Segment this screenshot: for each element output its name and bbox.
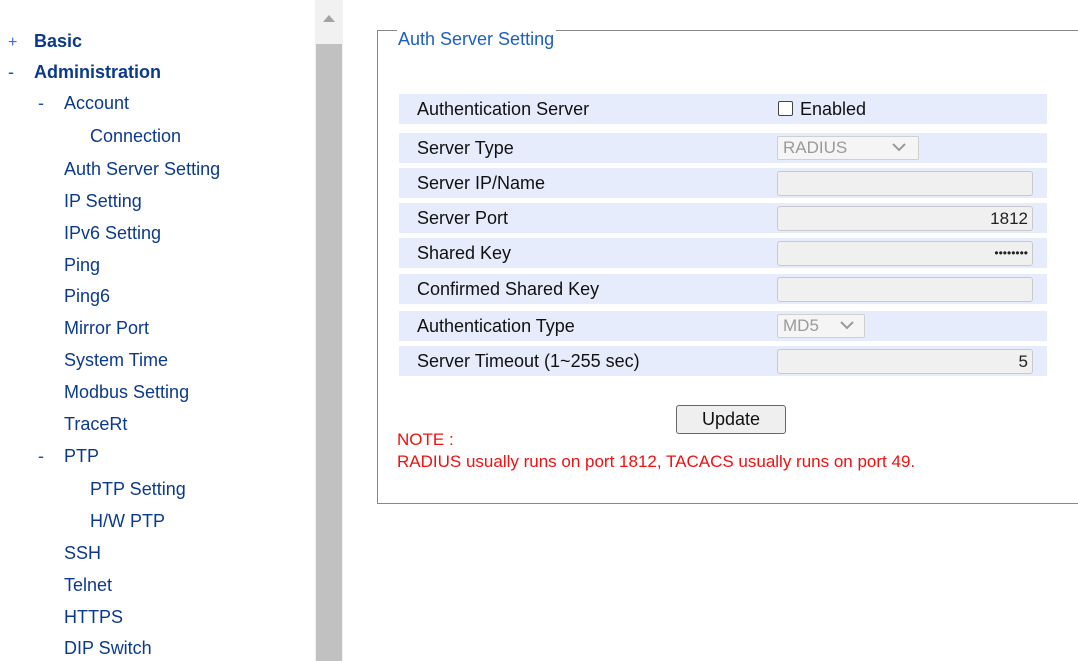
row-label: Confirmed Shared Key: [417, 279, 600, 299]
server-ip-name-input[interactable]: [777, 171, 1033, 196]
nav-item-ptp[interactable]: - PTP: [38, 444, 99, 468]
chevron-down-icon: [840, 321, 854, 330]
form-row-authentication-type: Authentication Type MD5: [399, 311, 1047, 341]
expand-icon: +: [8, 34, 18, 51]
nav-label: Administration: [34, 62, 162, 82]
row-label: Authentication Type: [417, 316, 575, 336]
fieldset-legend: Auth Server Setting: [397, 28, 557, 50]
note-text: RADIUS usually runs on port 1812, TACACS…: [397, 452, 916, 471]
nav-item-system-time[interactable]: System Time: [64, 348, 168, 372]
scroll-up-button[interactable]: [315, 0, 343, 40]
collapse-icon: -: [38, 93, 44, 113]
sidebar-scrollbar[interactable]: [315, 0, 343, 661]
nav-label: Account: [64, 93, 130, 113]
authentication-type-select[interactable]: MD5: [777, 314, 865, 338]
nav-item-tracert[interactable]: TraceRt: [64, 412, 127, 436]
row-label: Shared Key: [417, 243, 512, 263]
row-label: Server Timeout (1~255 sec): [417, 351, 640, 371]
note-title: NOTE :: [397, 430, 454, 449]
sidebar-nav: + Basic - Administration - Account Connecti…: [0, 0, 315, 661]
nav-item-ping[interactable]: Ping: [64, 253, 100, 277]
nav-item-administration[interactable]: - Administration: [8, 60, 161, 84]
nav-item-ping6[interactable]: Ping6: [64, 284, 110, 308]
nav-item-ip-setting[interactable]: IP Setting: [64, 189, 142, 213]
nav-label: Basic: [34, 31, 83, 51]
chevron-down-icon: [892, 143, 906, 152]
nav-label: PTP: [64, 446, 100, 466]
form-row-authentication-server: Authentication Server Enabled: [399, 94, 1047, 124]
nav-item-auth-server-setting[interactable]: Auth Server Setting: [64, 157, 220, 181]
row-label: Server IP/Name: [417, 173, 546, 193]
nav-item-basic[interactable]: + Basic: [8, 29, 82, 53]
nav-item-hw-ptp[interactable]: H/W PTP: [90, 509, 165, 533]
enabled-checkbox-label[interactable]: Enabled: [800, 94, 866, 124]
collapse-icon: -: [38, 446, 44, 466]
nav-item-dip-switch[interactable]: DIP Switch: [64, 636, 152, 660]
row-label: Server Type: [417, 138, 514, 158]
shared-key-input[interactable]: ••••••••: [777, 241, 1033, 266]
nav-item-modbus-setting[interactable]: Modbus Setting: [64, 380, 189, 404]
confirmed-shared-key-input[interactable]: [777, 277, 1033, 302]
form-row-server-port: Server Port 1812: [399, 203, 1047, 233]
scrollbar-thumb[interactable]: [316, 44, 342, 661]
nav-item-telnet[interactable]: Telnet: [64, 573, 112, 597]
enabled-checkbox[interactable]: [778, 101, 793, 116]
nav-item-ipv6-setting[interactable]: IPv6 Setting: [64, 221, 161, 245]
server-port-input[interactable]: 1812: [777, 206, 1033, 231]
nav-item-ptp-setting[interactable]: PTP Setting: [90, 477, 186, 501]
update-button[interactable]: Update: [676, 405, 786, 434]
nav-item-ssh[interactable]: SSH: [64, 541, 101, 565]
form-row-server-timeout: Server Timeout (1~255 sec) 5: [399, 346, 1047, 376]
row-label: Authentication Server: [417, 99, 590, 119]
form-row-server-ip-name: Server IP/Name: [399, 168, 1047, 198]
select-value: RADIUS: [783, 138, 848, 157]
nav-item-https[interactable]: HTTPS: [64, 605, 123, 629]
form-row-server-type: Server Type RADIUS: [399, 133, 1047, 163]
server-type-select[interactable]: RADIUS: [777, 136, 919, 160]
form-row-shared-key: Shared Key ••••••••: [399, 238, 1047, 268]
select-value: MD5: [783, 316, 819, 335]
form-row-confirmed-shared-key: Confirmed Shared Key: [399, 274, 1047, 304]
nav-item-connection[interactable]: Connection: [90, 124, 181, 148]
server-timeout-input[interactable]: 5: [777, 349, 1033, 374]
row-label: Server Port: [417, 208, 509, 228]
nav-item-account[interactable]: - Account: [38, 91, 129, 115]
nav-item-mirror-port[interactable]: Mirror Port: [64, 316, 149, 340]
scroll-up-arrow-icon: [323, 15, 335, 22]
collapse-icon: -: [8, 62, 14, 82]
